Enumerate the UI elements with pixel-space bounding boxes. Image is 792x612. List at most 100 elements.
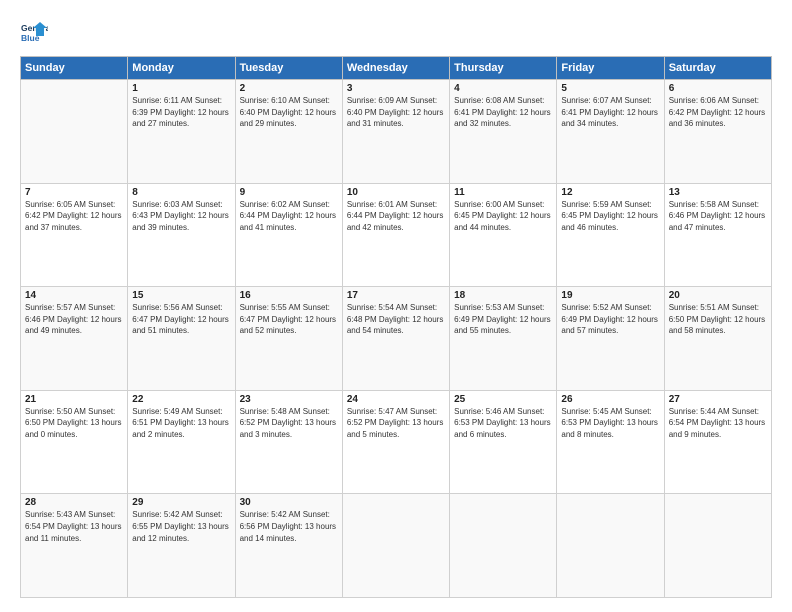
week-row-5: 28Sunrise: 5:43 AM Sunset: 6:54 PM Dayli…	[21, 494, 772, 598]
week-row-2: 7Sunrise: 6:05 AM Sunset: 6:42 PM Daylig…	[21, 183, 772, 287]
day-number: 16	[240, 290, 338, 301]
day-number: 6	[669, 83, 767, 94]
calendar-cell: 11Sunrise: 6:00 AM Sunset: 6:45 PM Dayli…	[450, 183, 557, 287]
day-number: 18	[454, 290, 552, 301]
day-info: Sunrise: 5:59 AM Sunset: 6:45 PM Dayligh…	[561, 199, 659, 234]
col-header-saturday: Saturday	[664, 57, 771, 80]
day-number: 4	[454, 83, 552, 94]
col-header-wednesday: Wednesday	[342, 57, 449, 80]
day-info: Sunrise: 5:58 AM Sunset: 6:46 PM Dayligh…	[669, 199, 767, 234]
calendar-cell	[664, 494, 771, 598]
day-info: Sunrise: 5:49 AM Sunset: 6:51 PM Dayligh…	[132, 406, 230, 441]
day-number: 30	[240, 497, 338, 508]
col-header-monday: Monday	[128, 57, 235, 80]
day-number: 14	[25, 290, 123, 301]
week-row-4: 21Sunrise: 5:50 AM Sunset: 6:50 PM Dayli…	[21, 390, 772, 494]
calendar-cell: 10Sunrise: 6:01 AM Sunset: 6:44 PM Dayli…	[342, 183, 449, 287]
calendar-cell: 3Sunrise: 6:09 AM Sunset: 6:40 PM Daylig…	[342, 80, 449, 184]
day-number: 1	[132, 83, 230, 94]
calendar-cell: 21Sunrise: 5:50 AM Sunset: 6:50 PM Dayli…	[21, 390, 128, 494]
day-info: Sunrise: 6:00 AM Sunset: 6:45 PM Dayligh…	[454, 199, 552, 234]
day-number: 25	[454, 394, 552, 405]
day-info: Sunrise: 6:01 AM Sunset: 6:44 PM Dayligh…	[347, 199, 445, 234]
col-header-tuesday: Tuesday	[235, 57, 342, 80]
day-info: Sunrise: 5:48 AM Sunset: 6:52 PM Dayligh…	[240, 406, 338, 441]
calendar-cell: 19Sunrise: 5:52 AM Sunset: 6:49 PM Dayli…	[557, 287, 664, 391]
day-info: Sunrise: 5:43 AM Sunset: 6:54 PM Dayligh…	[25, 509, 123, 544]
calendar-cell: 29Sunrise: 5:42 AM Sunset: 6:55 PM Dayli…	[128, 494, 235, 598]
calendar-cell: 22Sunrise: 5:49 AM Sunset: 6:51 PM Dayli…	[128, 390, 235, 494]
day-info: Sunrise: 6:07 AM Sunset: 6:41 PM Dayligh…	[561, 95, 659, 130]
calendar-cell: 8Sunrise: 6:03 AM Sunset: 6:43 PM Daylig…	[128, 183, 235, 287]
day-info: Sunrise: 5:47 AM Sunset: 6:52 PM Dayligh…	[347, 406, 445, 441]
day-info: Sunrise: 5:51 AM Sunset: 6:50 PM Dayligh…	[669, 302, 767, 337]
day-number: 27	[669, 394, 767, 405]
calendar-cell: 27Sunrise: 5:44 AM Sunset: 6:54 PM Dayli…	[664, 390, 771, 494]
logo-icon: General Blue	[20, 18, 48, 46]
day-info: Sunrise: 5:42 AM Sunset: 6:56 PM Dayligh…	[240, 509, 338, 544]
calendar-cell	[450, 494, 557, 598]
day-info: Sunrise: 5:57 AM Sunset: 6:46 PM Dayligh…	[25, 302, 123, 337]
day-number: 22	[132, 394, 230, 405]
day-info: Sunrise: 6:03 AM Sunset: 6:43 PM Dayligh…	[132, 199, 230, 234]
calendar-cell	[21, 80, 128, 184]
calendar-cell: 2Sunrise: 6:10 AM Sunset: 6:40 PM Daylig…	[235, 80, 342, 184]
day-number: 26	[561, 394, 659, 405]
day-number: 2	[240, 83, 338, 94]
day-number: 24	[347, 394, 445, 405]
header-row: SundayMondayTuesdayWednesdayThursdayFrid…	[21, 57, 772, 80]
calendar-cell: 4Sunrise: 6:08 AM Sunset: 6:41 PM Daylig…	[450, 80, 557, 184]
col-header-sunday: Sunday	[21, 57, 128, 80]
calendar-cell: 7Sunrise: 6:05 AM Sunset: 6:42 PM Daylig…	[21, 183, 128, 287]
day-number: 5	[561, 83, 659, 94]
col-header-thursday: Thursday	[450, 57, 557, 80]
calendar-cell: 25Sunrise: 5:46 AM Sunset: 6:53 PM Dayli…	[450, 390, 557, 494]
day-number: 8	[132, 187, 230, 198]
day-info: Sunrise: 6:11 AM Sunset: 6:39 PM Dayligh…	[132, 95, 230, 130]
day-info: Sunrise: 6:02 AM Sunset: 6:44 PM Dayligh…	[240, 199, 338, 234]
day-info: Sunrise: 5:54 AM Sunset: 6:48 PM Dayligh…	[347, 302, 445, 337]
week-row-1: 1Sunrise: 6:11 AM Sunset: 6:39 PM Daylig…	[21, 80, 772, 184]
day-number: 15	[132, 290, 230, 301]
day-info: Sunrise: 6:06 AM Sunset: 6:42 PM Dayligh…	[669, 95, 767, 130]
calendar-cell	[557, 494, 664, 598]
day-number: 23	[240, 394, 338, 405]
day-number: 9	[240, 187, 338, 198]
day-info: Sunrise: 6:10 AM Sunset: 6:40 PM Dayligh…	[240, 95, 338, 130]
day-number: 17	[347, 290, 445, 301]
week-row-3: 14Sunrise: 5:57 AM Sunset: 6:46 PM Dayli…	[21, 287, 772, 391]
calendar-cell: 24Sunrise: 5:47 AM Sunset: 6:52 PM Dayli…	[342, 390, 449, 494]
day-info: Sunrise: 6:08 AM Sunset: 6:41 PM Dayligh…	[454, 95, 552, 130]
calendar-cell: 28Sunrise: 5:43 AM Sunset: 6:54 PM Dayli…	[21, 494, 128, 598]
calendar-cell: 14Sunrise: 5:57 AM Sunset: 6:46 PM Dayli…	[21, 287, 128, 391]
day-info: Sunrise: 6:09 AM Sunset: 6:40 PM Dayligh…	[347, 95, 445, 130]
calendar-cell	[342, 494, 449, 598]
calendar-cell: 9Sunrise: 6:02 AM Sunset: 6:44 PM Daylig…	[235, 183, 342, 287]
calendar-cell: 16Sunrise: 5:55 AM Sunset: 6:47 PM Dayli…	[235, 287, 342, 391]
calendar-cell: 12Sunrise: 5:59 AM Sunset: 6:45 PM Dayli…	[557, 183, 664, 287]
logo: General Blue	[20, 18, 52, 46]
calendar-cell: 20Sunrise: 5:51 AM Sunset: 6:50 PM Dayli…	[664, 287, 771, 391]
day-number: 7	[25, 187, 123, 198]
calendar-cell: 17Sunrise: 5:54 AM Sunset: 6:48 PM Dayli…	[342, 287, 449, 391]
day-info: Sunrise: 6:05 AM Sunset: 6:42 PM Dayligh…	[25, 199, 123, 234]
day-info: Sunrise: 5:42 AM Sunset: 6:55 PM Dayligh…	[132, 509, 230, 544]
day-number: 3	[347, 83, 445, 94]
day-number: 12	[561, 187, 659, 198]
day-number: 28	[25, 497, 123, 508]
day-number: 10	[347, 187, 445, 198]
day-info: Sunrise: 5:52 AM Sunset: 6:49 PM Dayligh…	[561, 302, 659, 337]
calendar-cell: 15Sunrise: 5:56 AM Sunset: 6:47 PM Dayli…	[128, 287, 235, 391]
day-info: Sunrise: 5:56 AM Sunset: 6:47 PM Dayligh…	[132, 302, 230, 337]
calendar-cell: 6Sunrise: 6:06 AM Sunset: 6:42 PM Daylig…	[664, 80, 771, 184]
day-number: 19	[561, 290, 659, 301]
day-number: 13	[669, 187, 767, 198]
day-info: Sunrise: 5:55 AM Sunset: 6:47 PM Dayligh…	[240, 302, 338, 337]
calendar-table: SundayMondayTuesdayWednesdayThursdayFrid…	[20, 56, 772, 598]
calendar-cell: 18Sunrise: 5:53 AM Sunset: 6:49 PM Dayli…	[450, 287, 557, 391]
day-number: 20	[669, 290, 767, 301]
day-info: Sunrise: 5:45 AM Sunset: 6:53 PM Dayligh…	[561, 406, 659, 441]
day-number: 21	[25, 394, 123, 405]
calendar-cell: 30Sunrise: 5:42 AM Sunset: 6:56 PM Dayli…	[235, 494, 342, 598]
calendar-cell: 23Sunrise: 5:48 AM Sunset: 6:52 PM Dayli…	[235, 390, 342, 494]
